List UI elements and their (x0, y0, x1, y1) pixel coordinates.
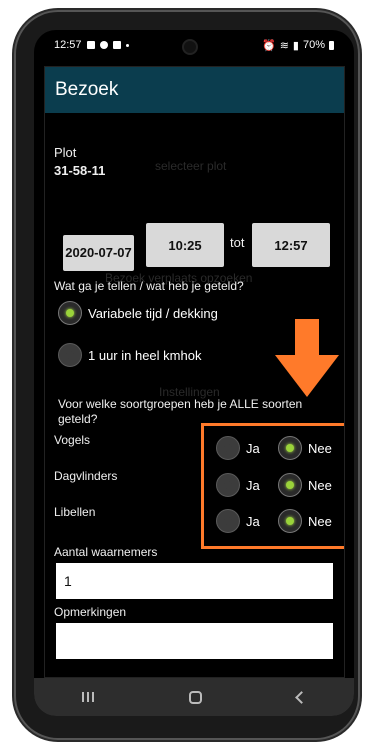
ja-label: Ja (246, 513, 260, 529)
radio-button[interactable] (58, 301, 82, 325)
group-name-libellen: Libellen (54, 505, 96, 519)
nee-label: Nee (308, 440, 332, 456)
system-nav-bar (34, 678, 354, 716)
observers-value: 1 (64, 573, 72, 589)
gallery-icon (86, 41, 95, 49)
count-question: Wat ga je tellen / wat heb je geteld? (54, 279, 244, 293)
remarks-input[interactable] (56, 623, 333, 659)
nee-label: Nee (308, 513, 332, 529)
recent-apps-icon[interactable] (81, 692, 94, 702)
battery-icon (329, 40, 334, 50)
page-title: Bezoek (55, 79, 119, 100)
group-name-vogels: Vogels (54, 433, 91, 447)
status-time: 12:57 (54, 39, 82, 51)
vogels-nee[interactable]: Nee (278, 436, 332, 460)
plot-label: Plot (54, 145, 77, 160)
alarm-icon: ⏰ (261, 39, 276, 52)
app-content: Bezoek selecteer plot Bezoek verplaats o… (44, 66, 345, 678)
dagvlinders-ja[interactable]: Ja (216, 473, 260, 497)
ja-label: Ja (246, 477, 260, 493)
radio-button[interactable] (216, 509, 240, 533)
end-time-button[interactable]: 12:57 (252, 223, 330, 267)
battery-percentage: 70% (302, 39, 325, 51)
radio-button[interactable] (278, 436, 302, 460)
radio-button[interactable] (216, 473, 240, 497)
option-variabele-tijd[interactable]: Variabele tijd / dekking (58, 301, 218, 325)
tot-label: tot (230, 235, 245, 250)
remarks-label: Opmerkingen (54, 605, 127, 619)
option-label: 1 uur in heel kmhok (88, 347, 202, 363)
radio-button[interactable] (58, 343, 82, 367)
orange-arrow-icon (275, 319, 339, 397)
start-time-button[interactable]: 10:25 (146, 223, 224, 267)
libellen-nee[interactable]: Nee (278, 509, 332, 533)
radio-button[interactable] (278, 509, 302, 533)
front-camera (184, 41, 196, 53)
dagvlinders-nee[interactable]: Nee (278, 473, 332, 497)
signal-icon: ▮ (292, 39, 299, 52)
option-label: Variabele tijd / dekking (88, 305, 218, 321)
observers-input[interactable]: 1 (56, 563, 333, 599)
phone-screen: 12:57 ⏰ ≋ ▮ 70% Bezoek selecteer plot Be… (34, 30, 354, 716)
nee-label: Nee (308, 477, 332, 493)
option-1-uur[interactable]: 1 uur in heel kmhok (58, 343, 201, 367)
ja-label: Ja (246, 440, 260, 456)
wifi-icon: ≋ (279, 39, 289, 52)
back-icon[interactable] (295, 690, 309, 704)
background-ghost-text: selecteer plot (155, 159, 227, 173)
radio-button[interactable] (216, 436, 240, 460)
vogels-ja[interactable]: Ja (216, 436, 260, 460)
group-name-dagvlinders: Dagvlinders (54, 469, 118, 483)
more-notifications-icon (125, 43, 129, 47)
linkedin-icon (112, 41, 121, 49)
libellen-ja[interactable]: Ja (216, 509, 260, 533)
app-bar: Bezoek (45, 67, 344, 113)
date-button[interactable]: 2020-07-07 (63, 235, 134, 271)
notification-icon (99, 41, 108, 49)
radio-button[interactable] (278, 473, 302, 497)
plot-value: 31-58-11 (54, 163, 106, 178)
home-icon[interactable] (188, 690, 202, 704)
observers-label: Aantal waarnemers (54, 545, 158, 559)
